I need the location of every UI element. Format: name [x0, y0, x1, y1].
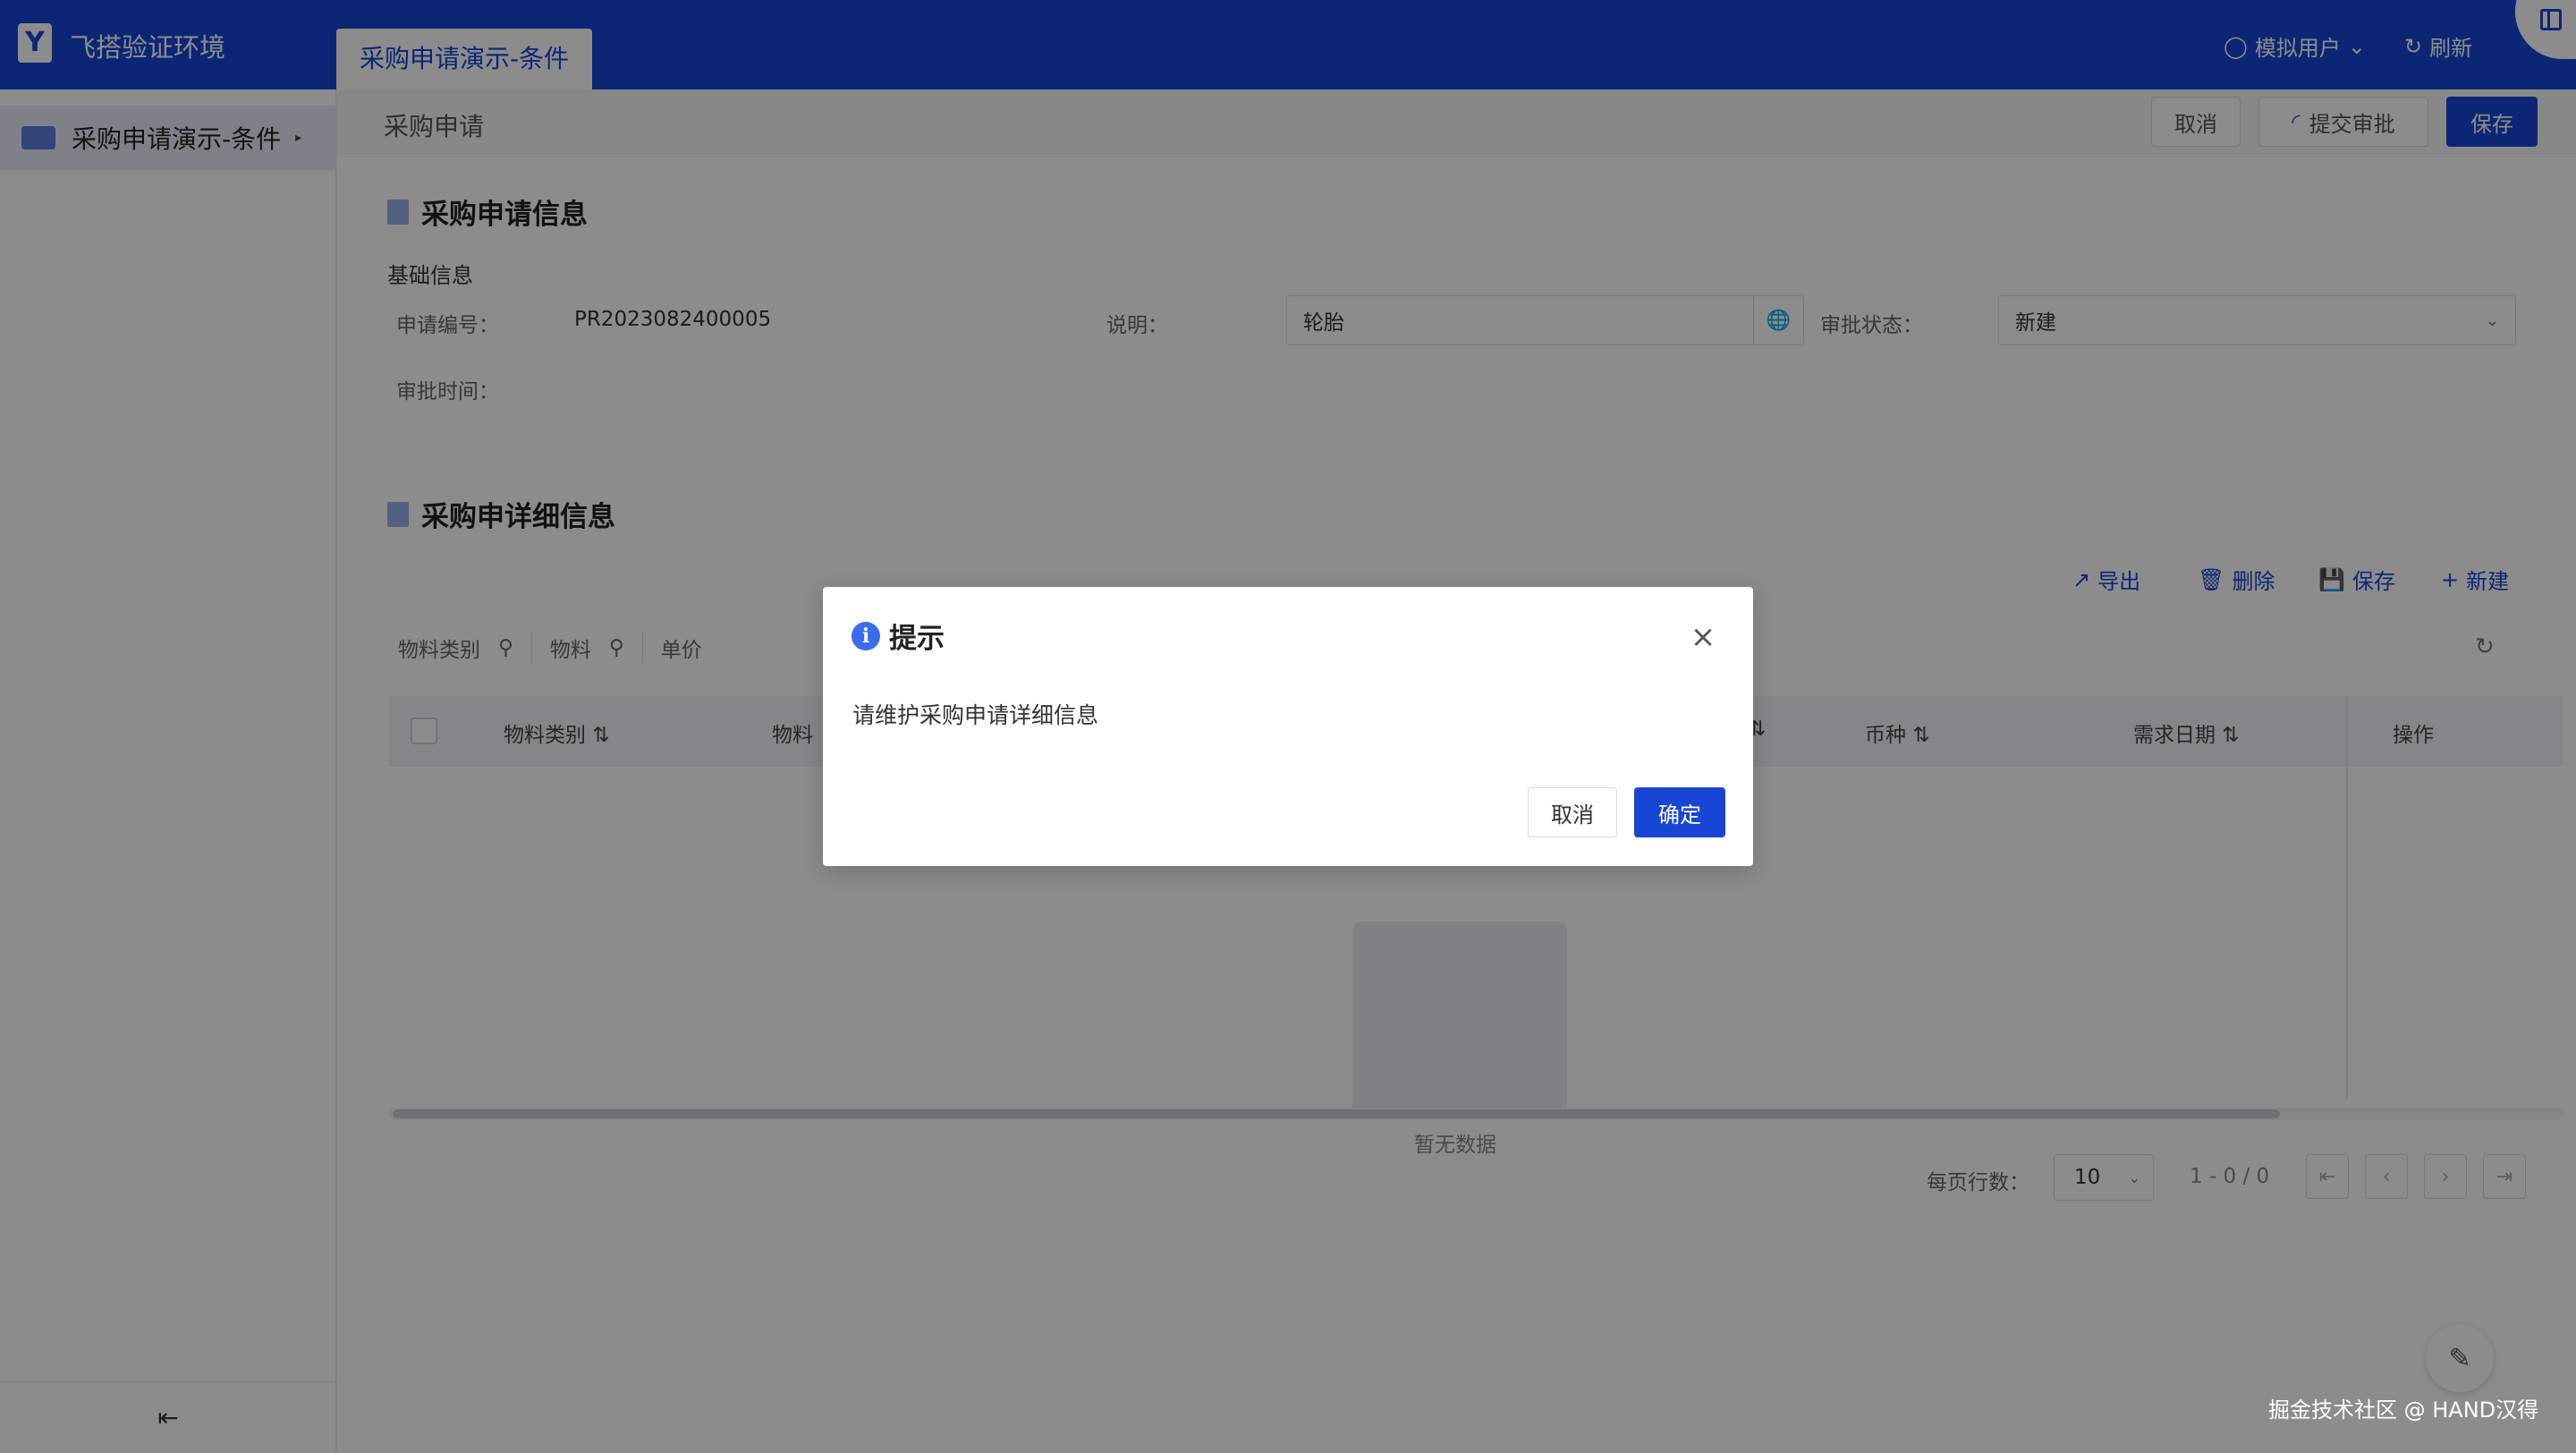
dialog-message: 请维护采购申请详细信息: [852, 702, 1099, 728]
dialog-ok-button[interactable]: 确定: [1634, 787, 1725, 837]
dialog-cancel-button[interactable]: 取消: [1528, 787, 1617, 837]
dialog-title: i 提示: [852, 616, 945, 656]
info-icon: i: [852, 621, 880, 650]
dialog-title-text: 提示: [889, 623, 945, 655]
close-icon[interactable]: ×: [1687, 621, 1719, 653]
confirm-dialog: i 提示 × 请维护采购申请详细信息 取消 确定: [823, 587, 1753, 866]
watermark: 掘金技术社区 @ HAND汉得: [2268, 1398, 2539, 1423]
